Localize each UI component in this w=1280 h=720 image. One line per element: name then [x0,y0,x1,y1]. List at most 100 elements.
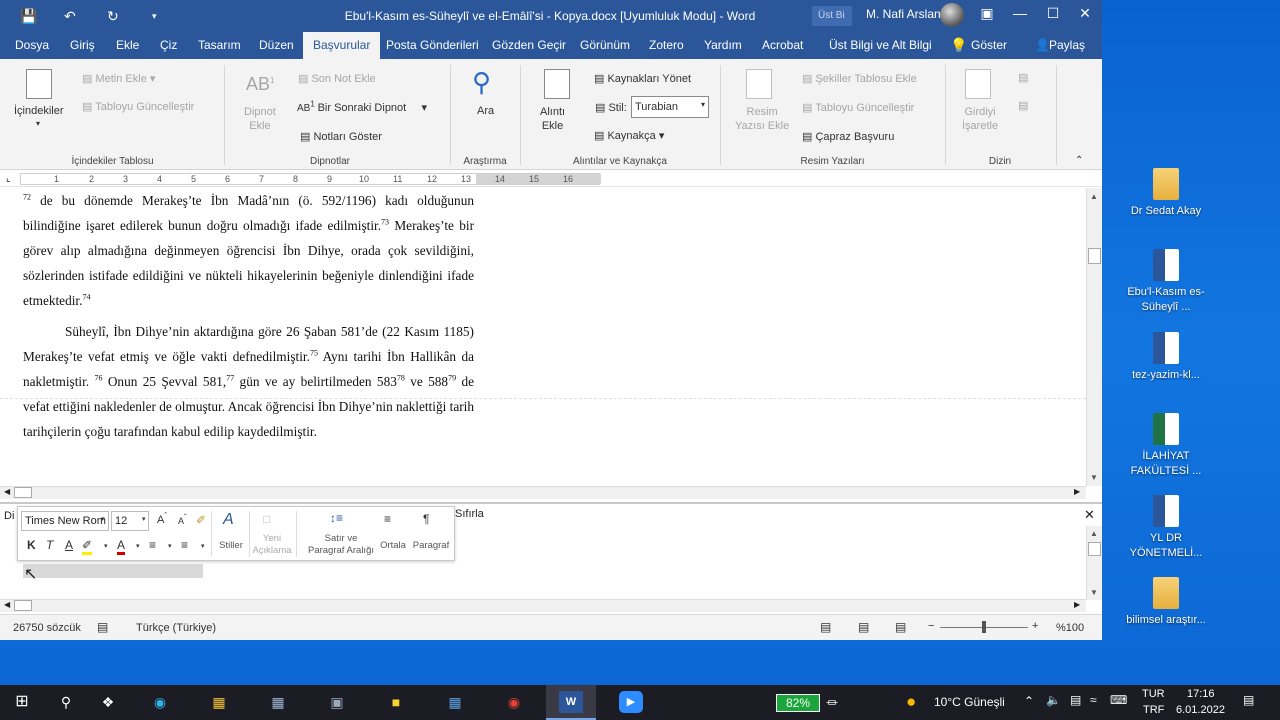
styles-button[interactable]: Stiller [213,540,249,552]
font-name-box[interactable]: Times New Rom [21,511,109,531]
next-footnote-button[interactable]: AB1 Bir Sonraki Dipnot ▾ [297,100,427,114]
weather-text[interactable]: 10°C Güneşli [934,695,1005,709]
clock-time[interactable]: 17:16 [1187,688,1215,700]
zoom-app-icon[interactable]: ▶ [619,691,643,713]
scroll-left-icon[interactable]: ◀ [4,600,10,609]
bibliography-button[interactable]: ▤ Kaynakça ▾ [594,129,664,142]
redo-icon[interactable]: ↻ [107,8,119,25]
scroll-down-icon[interactable]: ▼ [1090,473,1098,482]
footnote-reference[interactable]: 72 [23,193,31,202]
ruler[interactable]: ⌞ 1 2 3 4 5 6 7 8 9 10 11 12 13 14 15 16 [0,171,1102,187]
footnote-reference[interactable]: 73 [381,218,389,227]
vertical-scrollbar[interactable]: ▲ ▼ [1086,188,1102,486]
paragraph-icon[interactable]: ¶ [423,512,429,526]
scroll-thumb[interactable] [1088,248,1101,264]
scroll-right-icon[interactable]: ▶ [1074,487,1080,496]
show-hidden-icons[interactable]: ⌃ [1024,694,1034,708]
chevron-down-icon[interactable]: ▾ [104,542,108,550]
tab-basvurular[interactable]: Başvurular [303,32,381,59]
battery-indicator[interactable]: 82% [776,694,820,712]
notes-horizontal-scrollbar[interactable]: ◀ ▶ [0,599,1086,612]
insert-endnote-button[interactable]: ▤ Son Not Ekle [298,72,376,85]
device-icon[interactable]: ▤ [1070,693,1081,707]
paragraph-button[interactable]: Paragraf [410,540,452,552]
footnote-reference[interactable]: 74 [82,293,90,302]
tab-giris[interactable]: Giriş [63,32,102,59]
paragraph[interactable]: Süheylî, İbn Dihye’nin aktardığına göre … [23,319,474,444]
bullets-icon[interactable]: ≡ [149,538,156,552]
chevron-down-icon[interactable]: ▾ [136,542,140,550]
zoom-out-icon[interactable]: − [928,620,934,632]
desktop-icon-excel-file[interactable]: İLAHİYAT FAKÜLTESİ ... [1121,413,1211,479]
center-button[interactable]: Ortala [376,540,410,552]
desktop-icon-folder-sedat[interactable]: Dr Sedat Akay [1121,168,1211,219]
new-comment-icon[interactable]: □ [263,512,270,526]
update-table2-button[interactable]: ▤ Tabloyu Güncelleştir [802,101,914,114]
toc-button[interactable]: İçindekiler [14,105,64,117]
scroll-right-icon[interactable]: ▶ [1074,600,1080,609]
search-button[interactable]: Ara [477,105,494,117]
update-table-button[interactable]: ▤ Tabloyu Güncelleştir [82,100,194,113]
input-lang-1[interactable]: TUR [1142,688,1165,700]
word-taskbar-button[interactable]: W [546,685,596,720]
insert-caption-button[interactable]: Resim Yazısı Ekle [735,105,789,133]
tab-ciz[interactable]: Çiz [153,32,184,59]
chevron-down-icon[interactable]: ▾ [201,542,205,550]
center-icon[interactable]: ≡ [384,512,391,526]
store-icon[interactable]: ▦ [443,691,467,713]
format-painter-icon[interactable]: ✐ [196,513,206,527]
desktop-icon-word-file[interactable]: YL DR YÖNETMELİ... [1121,495,1211,561]
scroll-down-icon[interactable]: ▼ [1090,588,1098,597]
new-comment-button[interactable]: Yeni Açıklama [252,533,292,557]
shrink-font-icon[interactable]: Aˇ [178,514,187,527]
desktop-icon-word-file[interactable]: Ebu'l-Kasım es-Süheylî ... [1121,249,1211,315]
document-area[interactable]: 72 de bu dönemde Merakeş’te İbn Madâ’nın… [0,188,1086,486]
word-count[interactable]: 26750 sözcük [13,622,81,634]
task-view-icon[interactable]: ❖ [96,691,120,713]
horizontal-scrollbar[interactable]: ◀ ▶ [0,486,1086,499]
windows-start-icon[interactable]: ⊞ [10,691,34,713]
highlight-icon[interactable]: ✐ [82,538,93,555]
style-dropdown[interactable]: Turabian ▾ [631,96,709,118]
index-insert-icon[interactable]: ▤ [1018,71,1028,84]
proofing-icon[interactable]: ▤ [97,620,108,634]
ribbon-display-icon[interactable]: ▣ [977,5,997,22]
tab-gorunum[interactable]: Görünüm [573,32,637,59]
cross-reference-button[interactable]: ▤ Çapraz Başvuru [802,130,894,143]
tab-yardim[interactable]: Yardım [697,32,749,59]
chrome-icon[interactable]: ◉ [502,691,526,713]
footnote-reference[interactable]: 77 [226,374,234,383]
search-icon[interactable]: ⚲ [54,691,78,713]
styles-icon[interactable]: A [223,511,234,529]
language-indicator[interactable]: Türkçe (Türkiye) [136,622,216,634]
file-explorer-icon[interactable]: ▦ [207,691,231,713]
document-page[interactable]: 72 de bu dönemde Merakeş’te İbn Madâ’nın… [23,188,474,450]
edge-icon[interactable]: ◉ [148,691,172,713]
footnote-reference[interactable]: 79 [448,374,456,383]
notes-vertical-scrollbar[interactable]: ▲ ▼ [1086,526,1102,600]
desktop-icon-folder-research[interactable]: bilimsel araştır... [1121,577,1211,628]
tab-duzen[interactable]: Düzen [252,32,301,59]
reset-button[interactable]: Sıfırla [455,508,484,520]
zoom-in-icon[interactable]: + [1032,620,1038,632]
tab-ust-bilgi[interactable]: Üst Bilgi ve Alt Bilgi [822,32,939,59]
desktop-icon-word-file[interactable]: tez-yazim-kl... [1121,332,1211,383]
scroll-up-icon[interactable]: ▲ [1090,529,1098,538]
wifi-icon[interactable]: ≈ [1090,693,1097,707]
share-button[interactable]: Paylaş [1042,32,1092,59]
clock-date[interactable]: 6.01.2022 [1176,704,1225,716]
close-notes-icon[interactable]: ✕ [1084,507,1095,523]
web-layout-icon[interactable]: ▤ [895,620,906,634]
tab-posta[interactable]: Posta Gönderileri [379,32,486,59]
chevron-down-icon[interactable]: ▾ [168,542,172,550]
customize-qat-icon[interactable]: ▾ [152,11,157,22]
tab-tasarim[interactable]: Tasarım [191,32,248,59]
underline-icon[interactable]: A [65,538,73,552]
zoom-level[interactable]: %100 [1056,622,1084,634]
tab-ekle[interactable]: Ekle [109,32,146,59]
calculator-icon[interactable]: ▦ [266,691,290,713]
print-layout-icon[interactable]: ▤ [858,620,869,634]
close-icon[interactable]: ✕ [1075,5,1095,22]
font-color-icon[interactable]: A [117,538,126,555]
insert-citation-button[interactable]: Alıntı Ekle [540,105,565,133]
